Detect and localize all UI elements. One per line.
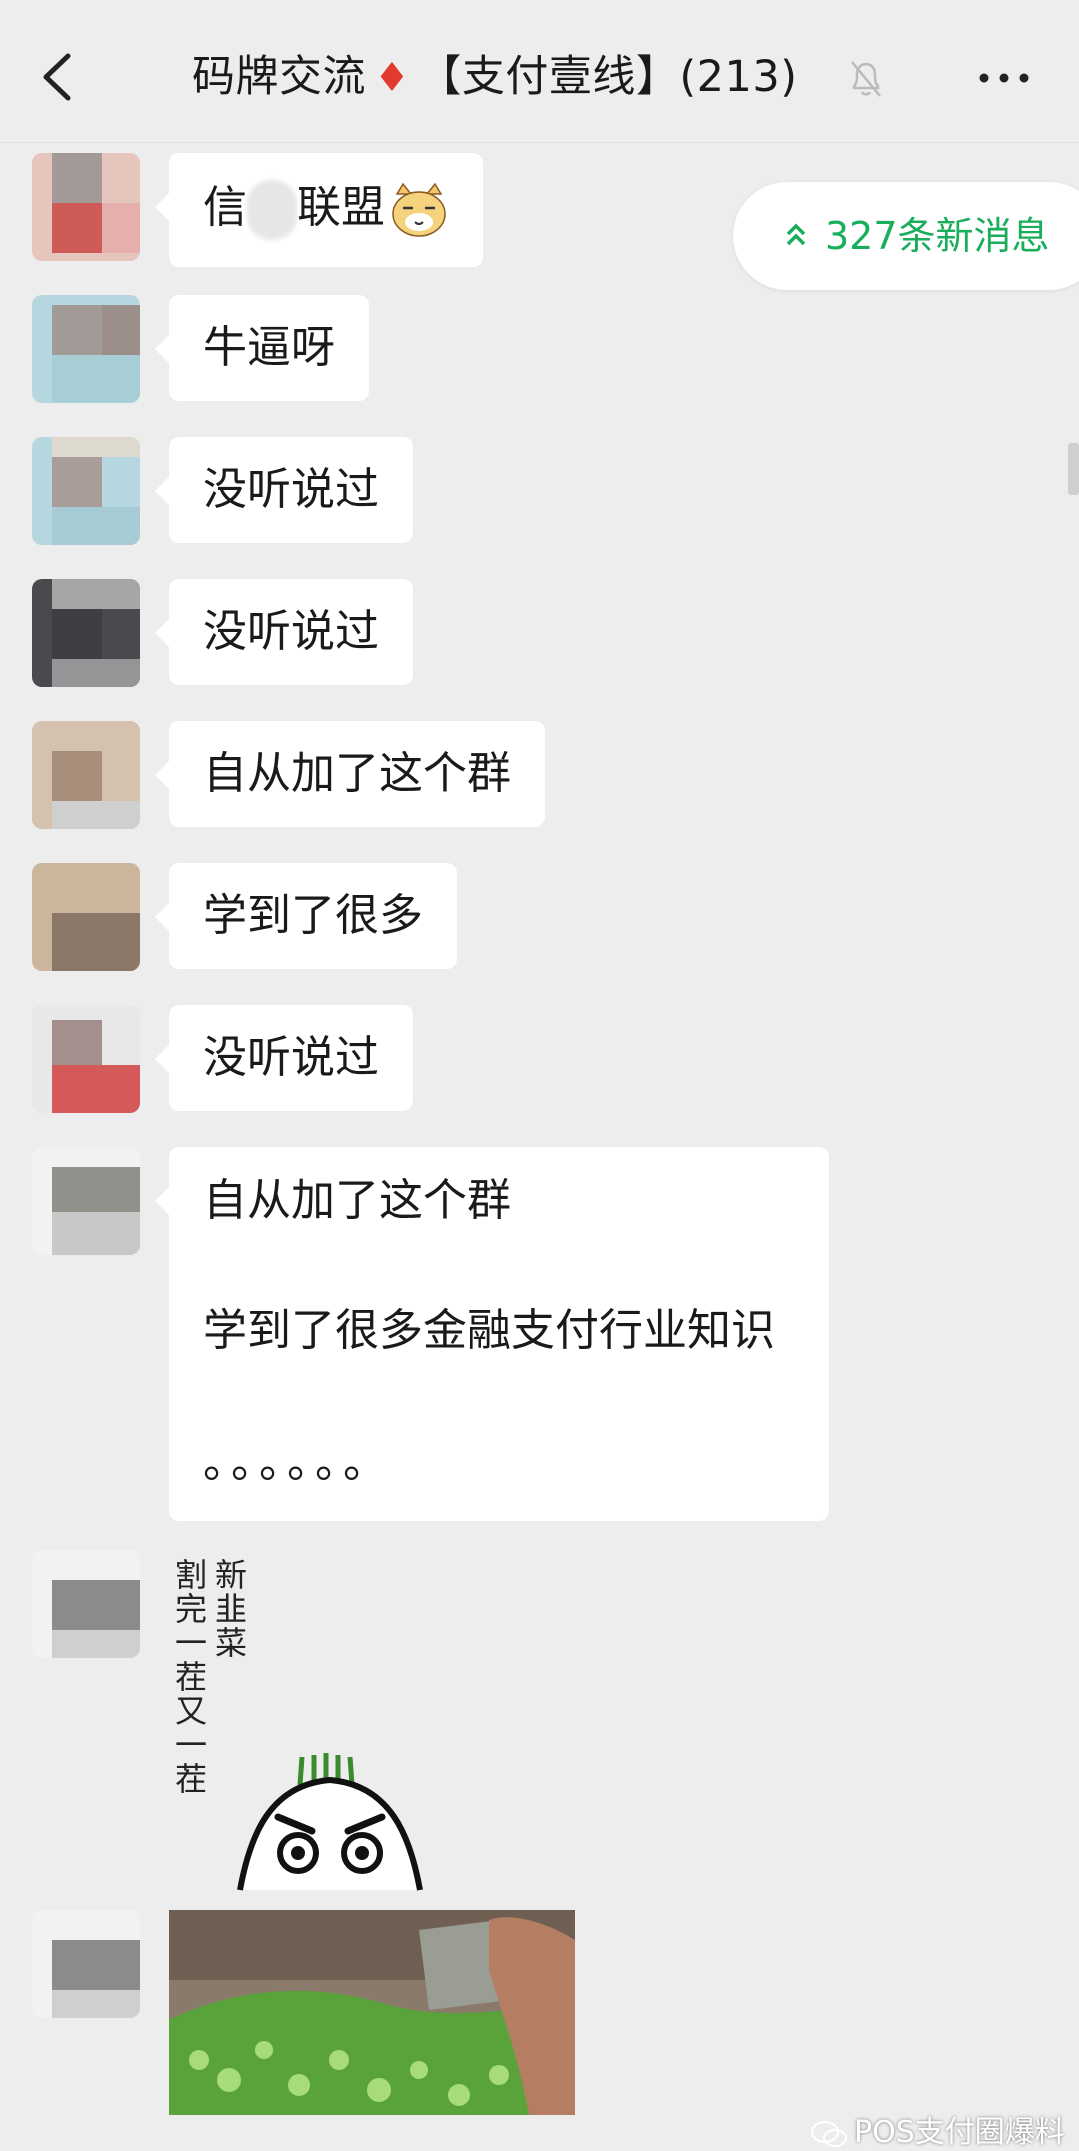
image-message[interactable] [169, 1910, 575, 2115]
message-bubble[interactable]: 牛逼呀 [155, 295, 369, 401]
avatar[interactable] [32, 1550, 140, 1658]
new-messages-label: 327条新消息 [825, 214, 1050, 258]
avatar[interactable] [32, 1147, 140, 1255]
chive-head-sticker-icon [237, 1753, 423, 1891]
title-group-suffix: 【支付壹线】(213) [418, 52, 798, 102]
message-text: 没听说过 [203, 606, 379, 657]
message-text: 自从加了这个群 [203, 748, 511, 799]
message-text: 没听说过 [203, 1032, 379, 1083]
message-bubble[interactable]: 没听说过 [155, 437, 413, 543]
title-group-name: 码牌交流 [192, 52, 366, 102]
message-line: 。。。。。。 [203, 1437, 393, 1488]
chevron-left-icon[interactable] [28, 42, 88, 112]
message-bubble[interactable]: 自从加了这个群 学到了很多金融支付行业知识 。。。。。。 [155, 1147, 829, 1521]
chat-title: 码牌交流 ♦ 【支付壹线】(213) [192, 42, 798, 113]
avatar[interactable] [32, 863, 140, 971]
avatar[interactable] [32, 153, 140, 261]
message-text: 信 [203, 182, 247, 233]
message-text: 牛逼呀 [203, 322, 335, 373]
blurred-text [247, 180, 297, 240]
message-bubble[interactable]: 自从加了这个群 [155, 721, 545, 827]
watermark-text: POS支付圈爆料 [854, 2115, 1065, 2150]
bell-muted-icon [851, 61, 881, 97]
message-bubble[interactable]: 信联盟 [155, 153, 483, 267]
scrollbar-thumb[interactable] [1068, 443, 1079, 495]
message-text: 学到了很多 [203, 890, 423, 941]
avatar[interactable] [32, 295, 140, 403]
chat-header: 码牌交流 ♦ 【支付壹线】(213) [0, 0, 1079, 143]
cat-face-emoji [392, 182, 446, 237]
sticker-text-col2: 割完一茬又一茬 [170, 1558, 208, 1796]
message-line: 自从加了这个群 [203, 1175, 511, 1226]
message-bubble[interactable]: 学到了很多 [155, 863, 457, 969]
avatar[interactable] [32, 1910, 140, 2018]
sticker-text-col1: 新韭菜 [210, 1558, 248, 1660]
message-bubble[interactable]: 没听说过 [155, 579, 413, 685]
new-messages-button[interactable]: 327条新消息 [733, 182, 1079, 290]
avatar[interactable] [32, 437, 140, 545]
avatar[interactable] [32, 1005, 140, 1113]
wechat-icon [811, 2120, 847, 2147]
message-bubble[interactable]: 没听说过 [155, 1005, 413, 1111]
diamond-icon: ♦ [374, 55, 411, 101]
ellipsis-icon[interactable] [976, 58, 1032, 98]
message-text: 联盟 [297, 182, 385, 233]
message-line: 学到了很多金融支付行业知识 [203, 1305, 775, 1356]
message-text: 没听说过 [203, 464, 379, 515]
avatar[interactable] [32, 721, 140, 829]
chopping-chives-photo-icon [169, 1910, 575, 2115]
watermark: POS支付圈爆料 [810, 2107, 1065, 2151]
double-chevron-up-icon [786, 223, 806, 246]
avatar[interactable] [32, 579, 140, 687]
